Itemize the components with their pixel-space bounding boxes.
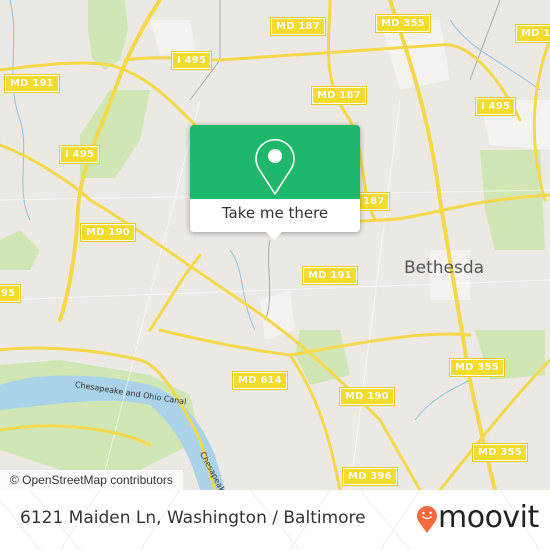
address-label: 6121 Maiden Ln, Washington / Baltimore bbox=[20, 508, 366, 528]
road-shield-md355: MD 355 bbox=[375, 14, 431, 33]
road-shield-md191: MD 191 bbox=[302, 266, 358, 285]
road-shield-md187: MD 187 bbox=[270, 17, 326, 36]
road-shield-md187: 187 bbox=[356, 192, 391, 211]
road-shield-md396: MD 396 bbox=[342, 467, 398, 486]
road-shield-md614: MD 614 bbox=[232, 371, 288, 390]
moovit-smiley-pin-icon bbox=[417, 506, 437, 533]
take-me-there-button[interactable]: Take me there bbox=[190, 204, 360, 222]
road-shield-md191: MD 191 bbox=[4, 74, 60, 93]
road-shield-i495: I 495 bbox=[474, 97, 517, 116]
road-shield-md190: MD 190 bbox=[80, 223, 136, 242]
road-shield-md355: MD 355 bbox=[472, 443, 528, 462]
place-label-bethesda: Bethesda bbox=[404, 258, 485, 278]
popup-header[interactable] bbox=[190, 125, 360, 199]
map-canvas[interactable]: Bethesda Chesapeake and Ohio Canal Chesa… bbox=[0, 0, 550, 490]
road-shield-md18: MD 18 bbox=[515, 24, 550, 43]
take-me-there-popup[interactable]: Take me there bbox=[190, 125, 360, 240]
popup-pointer bbox=[264, 230, 284, 240]
road-shield-md355: MD 355 bbox=[449, 358, 505, 377]
road-shield-i495: I 495 bbox=[170, 51, 213, 70]
map-base-layer bbox=[0, 0, 550, 490]
moovit-wordmark: moovit bbox=[438, 500, 539, 535]
location-pin-icon bbox=[255, 139, 295, 195]
road-shield-md190: MD 190 bbox=[339, 387, 395, 406]
road-shield-md187: MD 187 bbox=[311, 86, 367, 105]
osm-attribution[interactable]: © OpenStreetMap contributors bbox=[0, 470, 183, 490]
road-shield-i495: I 495 bbox=[58, 145, 101, 164]
road-shield-i495: 95 bbox=[0, 284, 22, 303]
footer-bar: 6121 Maiden Ln, Washington / Baltimore m… bbox=[0, 490, 550, 550]
